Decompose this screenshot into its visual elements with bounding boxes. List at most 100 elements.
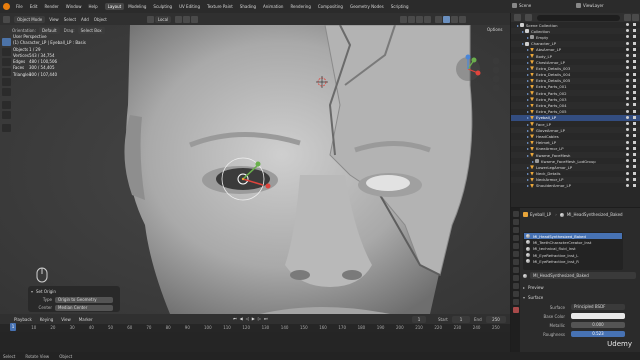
property-value-field[interactable]: Principled BSDF — [571, 304, 625, 310]
expand-chevron-icon[interactable]: ▸ — [532, 159, 534, 164]
camera-icon[interactable] — [633, 35, 636, 39]
playhead[interactable]: 1 — [10, 323, 16, 331]
outliner[interactable]: ▸ Scene Collection ▸ Collection ▸ Empty ▸ Chara… — [511, 13, 640, 207]
eye-icon[interactable] — [626, 29, 629, 33]
add-cube-tool-icon[interactable] — [2, 124, 11, 132]
menu-timeline-view[interactable]: View — [61, 317, 71, 322]
proportional-edit-icon[interactable] — [191, 15, 199, 23]
expand-chevron-icon[interactable]: ▸ — [527, 78, 529, 83]
current-frame-field[interactable]: 1 — [412, 316, 426, 323]
data-tab-icon[interactable] — [512, 299, 519, 305]
particles-tab-icon[interactable] — [512, 275, 519, 281]
expand-chevron-icon[interactable]: ▸ — [527, 35, 529, 40]
camera-icon[interactable] — [633, 60, 636, 64]
surface-panel-header[interactable]: ▾ Surface — [523, 294, 636, 301]
camera-icon[interactable] — [633, 128, 636, 132]
outliner-editor-icon[interactable] — [514, 14, 521, 21]
timeline-ruler[interactable]: 0102030405060708090100110120130140150160… — [0, 324, 510, 332]
camera-icon[interactable] — [633, 122, 636, 125]
object-tab-icon[interactable] — [512, 259, 519, 265]
prev-key-icon[interactable]: ◀ — [240, 316, 243, 321]
eye-icon[interactable] — [626, 66, 629, 70]
camera-icon[interactable] — [633, 183, 636, 187]
pivot-icon[interactable] — [146, 15, 154, 23]
snap-target-icon[interactable] — [183, 15, 191, 23]
transform-tool-icon[interactable] — [2, 88, 11, 96]
next-key-icon[interactable]: ▷ — [258, 316, 261, 321]
last-operator-panel[interactable]: ▾ Set Origin Type Origin to Geometry Cen… — [28, 286, 120, 312]
workspace-tab[interactable]: Modeling — [125, 3, 149, 10]
wireframe-shading-icon[interactable] — [435, 16, 442, 23]
expand-chevron-icon[interactable]: ▸ — [527, 72, 529, 77]
annotate-tool-icon[interactable] — [2, 101, 11, 109]
scene-selector[interactable]: Scene — [512, 3, 531, 8]
expand-chevron-icon[interactable]: ▸ — [527, 134, 529, 139]
expand-chevron-icon[interactable]: ▸ — [527, 115, 529, 120]
camera-icon[interactable] — [633, 53, 636, 57]
camera-icon[interactable] — [633, 47, 636, 51]
expand-chevron-icon[interactable]: ▸ — [522, 41, 524, 46]
jump-end-icon[interactable]: ⏭ — [264, 316, 268, 321]
expand-chevron-icon[interactable]: ▸ — [527, 91, 529, 96]
menu-marker[interactable]: Marker — [79, 317, 93, 322]
output-tab-icon[interactable] — [512, 227, 519, 233]
eye-icon[interactable] — [626, 53, 629, 57]
workspace-tab[interactable]: Rendering — [287, 3, 313, 10]
eye-icon[interactable] — [626, 146, 629, 150]
visibility-icon[interactable] — [400, 16, 407, 23]
menu-add[interactable]: Add — [81, 17, 89, 22]
expand-chevron-icon[interactable]: ▸ — [527, 97, 529, 102]
measure-tool-icon[interactable] — [2, 111, 11, 119]
cursor-tool-icon[interactable] — [2, 48, 11, 56]
camera-icon[interactable] — [633, 41, 636, 45]
xray-toggle-icon[interactable] — [424, 16, 431, 23]
eye-icon[interactable] — [626, 115, 629, 119]
new-collection-icon[interactable] — [632, 14, 639, 21]
physics-tab-icon[interactable] — [512, 283, 519, 289]
expand-chevron-icon[interactable]: ▸ — [527, 122, 529, 127]
expand-chevron-icon[interactable]: ▸ — [527, 146, 529, 151]
workspace-tab[interactable]: Shading — [237, 3, 259, 10]
property-value-field[interactable]: 0.000 — [571, 322, 625, 328]
camera-icon[interactable] — [633, 66, 636, 70]
menu-select[interactable]: Select — [64, 17, 76, 22]
workspace-tab[interactable]: Geometry Nodes — [347, 3, 387, 10]
menu-keying[interactable]: Keying — [40, 317, 53, 322]
menu-render[interactable]: Render — [44, 4, 58, 9]
rendered-shading-icon[interactable] — [459, 16, 466, 23]
expand-chevron-icon[interactable]: ▸ — [527, 66, 529, 71]
camera-icon[interactable] — [633, 152, 636, 156]
eye-icon[interactable] — [626, 171, 629, 175]
move-tool-icon[interactable] — [2, 58, 11, 66]
expand-chevron-icon[interactable]: ▸ — [527, 109, 529, 114]
camera-icon[interactable] — [633, 171, 636, 175]
eye-icon[interactable] — [626, 165, 629, 169]
view-layer-selector[interactable]: ViewLayer — [576, 3, 604, 8]
eye-icon[interactable] — [626, 140, 629, 144]
camera-icon[interactable] — [633, 115, 636, 119]
eye-icon[interactable] — [626, 41, 629, 45]
workspace-tab[interactable]: Animation — [260, 3, 286, 10]
camera-icon[interactable] — [633, 91, 636, 95]
scale-tool-icon[interactable] — [2, 78, 11, 86]
timeline-track[interactable] — [0, 332, 510, 352]
world-tab-icon[interactable] — [512, 251, 519, 257]
eye-icon[interactable] — [626, 60, 629, 64]
navigation-gizmo[interactable] — [450, 51, 506, 91]
editor-type-icon[interactable] — [3, 15, 10, 23]
outliner-row[interactable]: ▸ ShoulderArmor_LP — [511, 183, 640, 189]
camera-icon[interactable] — [633, 134, 636, 138]
camera-icon[interactable] — [633, 103, 636, 107]
camera-icon[interactable] — [633, 97, 636, 101]
orientation-dropdown[interactable]: Default — [38, 26, 60, 34]
outliner-display-mode-icon[interactable] — [525, 14, 532, 21]
active-material-field[interactable]: MI_HeadSynthesized_Baked — [530, 272, 636, 279]
tool-tab-icon[interactable] — [512, 211, 519, 217]
last-operator-header[interactable]: ▾ Set Origin — [31, 288, 117, 295]
snap-icon[interactable] — [175, 15, 183, 23]
center-dropdown[interactable]: Median Center — [55, 304, 113, 311]
drag-dropdown[interactable]: Select Box — [77, 26, 105, 34]
property-value-field[interactable] — [571, 313, 625, 319]
eye-icon[interactable] — [626, 91, 629, 95]
eye-icon[interactable] — [626, 134, 629, 138]
